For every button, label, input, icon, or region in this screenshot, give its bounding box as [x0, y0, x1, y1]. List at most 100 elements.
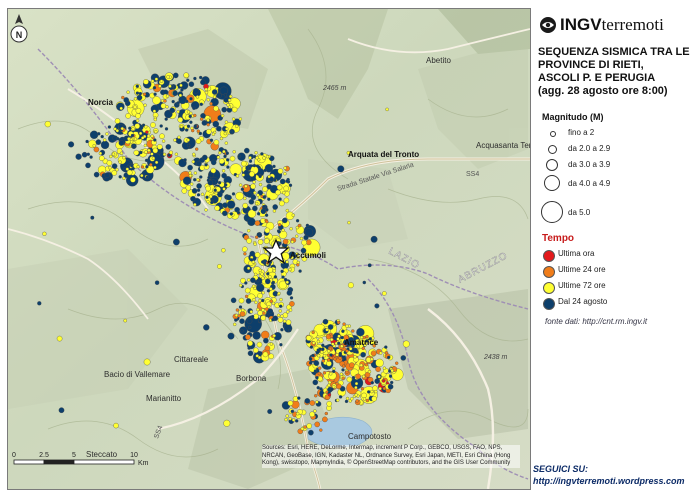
earthquake-dot — [215, 86, 219, 91]
earthquake-dot — [265, 208, 269, 212]
magnitude-circle-icon — [544, 175, 560, 191]
earthquake-dot — [152, 109, 157, 113]
earthquake-dot — [171, 99, 175, 104]
earthquake-dot — [193, 124, 198, 128]
earthquake-dot — [206, 118, 210, 122]
earthquake-dot — [89, 155, 93, 159]
ingv-logo[interactable]: INGV terremoti — [539, 12, 664, 38]
earthquake-dot — [159, 133, 165, 139]
earthquake-dot — [150, 79, 155, 83]
earthquake-dot — [262, 195, 266, 199]
earthquake-dot — [254, 151, 258, 155]
earthquake-dot — [283, 197, 290, 204]
earthquake-dot — [326, 358, 331, 362]
earthquake-dot — [177, 117, 184, 123]
earthquake-dot — [257, 319, 262, 323]
earthquake-dot — [178, 93, 183, 98]
earthquake-dot — [141, 136, 145, 140]
scale-tick: 0 — [12, 452, 16, 459]
earthquake-dot — [242, 202, 248, 209]
earthquake-dot — [232, 150, 236, 154]
earthquake-dot — [218, 158, 225, 164]
earthquake-dot — [255, 156, 259, 160]
earthquake-dot — [176, 101, 180, 105]
earthquake-dot — [244, 184, 248, 188]
earthquake-dot — [233, 322, 237, 327]
earthquake-dot — [351, 376, 356, 380]
earthquake-dot — [193, 113, 197, 118]
earthquake-dot — [262, 204, 266, 209]
place-label: Abetito — [426, 56, 451, 65]
earthquake-dot — [244, 287, 251, 294]
earthquake-dot — [311, 353, 315, 358]
earthquake-dot — [375, 366, 381, 372]
earthquake-dot — [384, 345, 388, 349]
earthquake-dot — [199, 102, 203, 106]
earthquake-dot — [365, 398, 370, 403]
seismic-map[interactable]: Norcia Arquata del Tronto Accumoli Amatr… — [7, 8, 531, 490]
earthquake-dot — [115, 168, 119, 172]
earthquake-dot — [107, 125, 112, 129]
place-label: Cittareale — [174, 355, 209, 364]
earthquake-dot — [221, 169, 226, 173]
earthquake-dot — [242, 246, 248, 252]
earthquake-dot — [264, 227, 271, 234]
earthquake-dot — [257, 355, 262, 360]
earthquake-dot — [98, 151, 103, 156]
earthquake-dot — [206, 98, 210, 102]
earthquake-dot — [322, 416, 328, 423]
earthquake-dot — [206, 128, 212, 135]
earthquake-dot — [118, 160, 122, 164]
earthquake-dot — [345, 349, 349, 353]
earthquake-dot — [240, 329, 244, 333]
earthquake-dot — [304, 398, 311, 404]
earthquake-dot — [370, 235, 378, 243]
earthquake-dot — [161, 139, 166, 143]
map-canvas[interactable]: Norcia Arquata del Tronto Accumoli Amatr… — [8, 9, 530, 489]
earthquake-dot — [176, 138, 182, 145]
earthquake-dot — [272, 209, 277, 213]
earthquake-dot — [349, 347, 353, 351]
earthquake-dot — [205, 195, 209, 199]
place-label: Accumoli — [290, 251, 326, 260]
earthquake-dot — [308, 429, 314, 436]
earthquake-dot — [249, 171, 255, 177]
time-label: Ultime 72 ore — [558, 281, 606, 290]
earthquake-dot — [370, 357, 374, 361]
earthquake-dot — [153, 117, 157, 122]
earthquake-dot — [347, 282, 354, 289]
earthquake-dot — [181, 188, 188, 194]
earthquake-dot — [280, 269, 284, 274]
earthquake-dot — [258, 174, 262, 179]
earthquake-dot — [249, 250, 256, 257]
earthquake-dot — [221, 248, 226, 253]
earthquake-dot — [135, 107, 142, 114]
earthquake-dot — [374, 303, 380, 309]
earthquake-dot — [143, 79, 149, 85]
earthquake-dot — [85, 139, 89, 144]
earthquake-dot — [265, 313, 269, 318]
earthquake-dot — [336, 337, 340, 341]
follow-label: SEGUICI SU: — [533, 464, 589, 474]
earthquake-dot — [264, 213, 269, 217]
earthquake-dot — [295, 234, 299, 238]
earthquake-dot — [325, 328, 329, 332]
earthquake-dot — [400, 355, 407, 361]
earthquake-dot — [217, 191, 223, 198]
earthquake-dot — [131, 127, 135, 131]
earthquake-dot — [225, 151, 229, 155]
earthquake-dot — [295, 419, 299, 423]
follow-link[interactable]: http://ingvterremoti.wordpress.com — [533, 476, 685, 486]
earthquake-dot — [267, 197, 271, 201]
earthquake-dot — [121, 95, 125, 100]
earthquake-dot — [206, 199, 210, 204]
time-label: Dal 24 agosto — [558, 297, 608, 306]
earthquake-dot — [286, 290, 293, 296]
earthquake-dot — [199, 117, 204, 121]
earthquake-dot — [186, 138, 190, 142]
earthquake-dot — [326, 401, 332, 407]
earthquake-dot — [206, 123, 210, 127]
earthquake-dot — [135, 84, 139, 88]
earthquake-dot — [347, 220, 351, 225]
earthquake-dot — [193, 88, 199, 94]
